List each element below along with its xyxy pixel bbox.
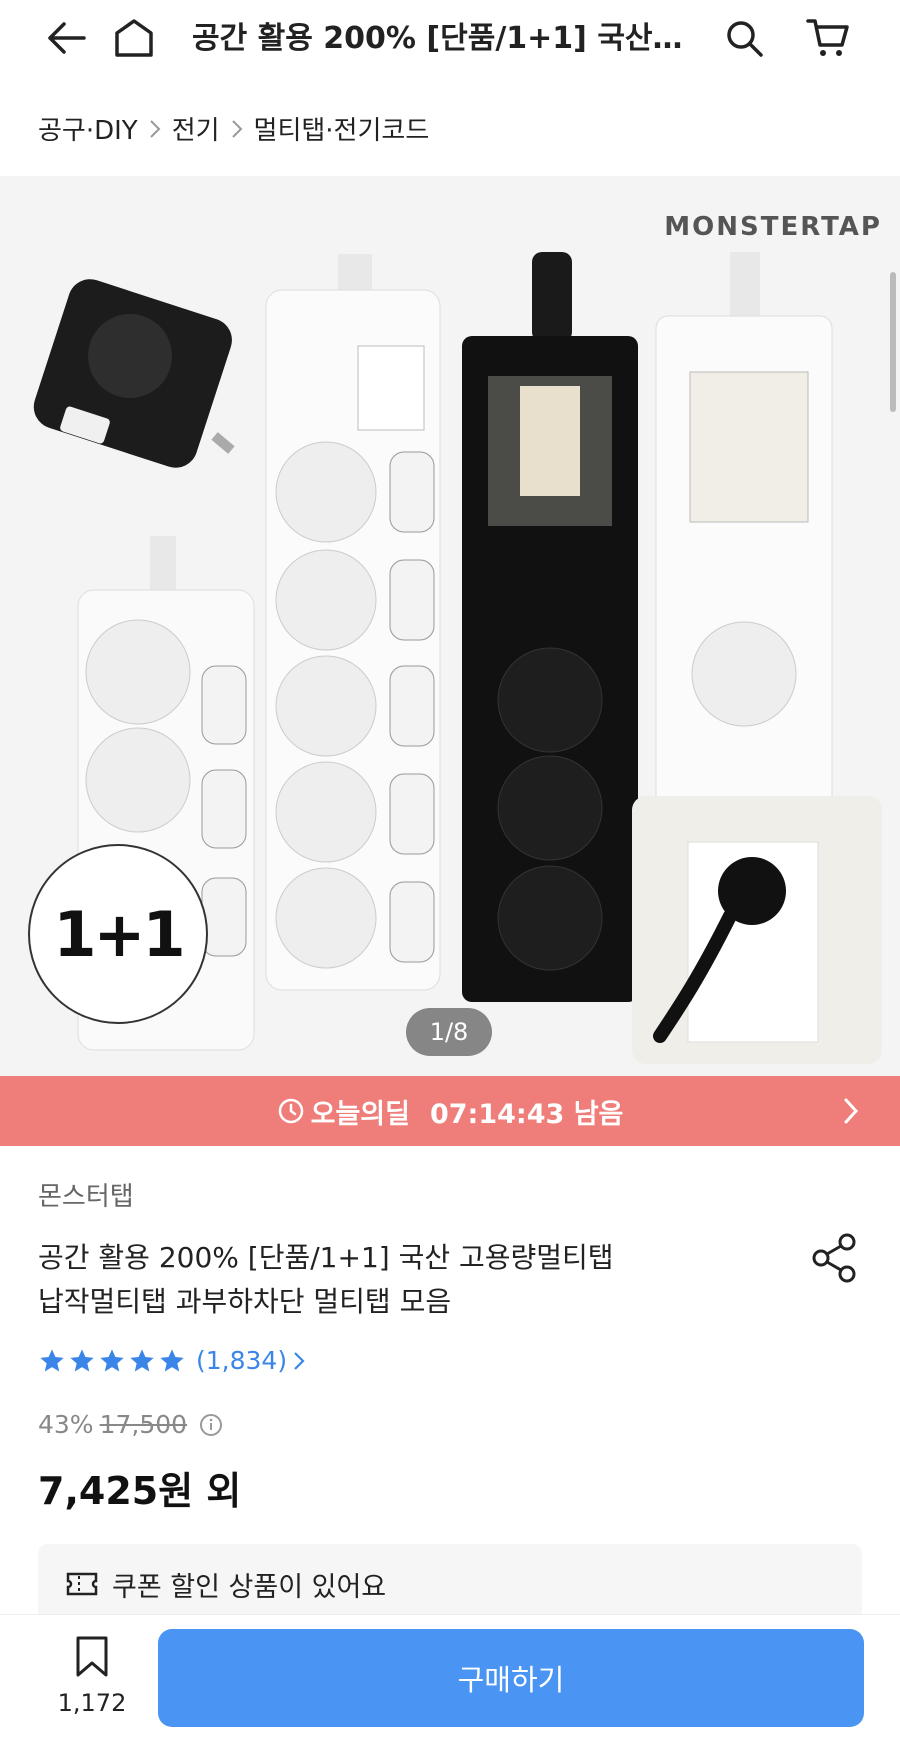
cart-icon[interactable] [804, 14, 852, 62]
price-discount-row: 43% 17,500 [38, 1410, 223, 1439]
coupon-text: 쿠폰 할인 상품이 있어요 [112, 1571, 387, 1603]
star-icon [130, 1348, 154, 1371]
review-count[interactable]: (1,834) [196, 1346, 287, 1375]
back-icon[interactable] [42, 14, 90, 62]
image-counter: 1/8 [406, 1008, 492, 1056]
product-title-line: 납작멀티탭 과부하차단 멀티탭 모음 [38, 1285, 452, 1318]
buy-button[interactable]: 구매하기 [158, 1629, 864, 1727]
today-deal-banner[interactable]: 오늘의딜 07:14:43 남음 [0, 1076, 900, 1146]
wishlist-count: 1,172 [57, 1689, 127, 1717]
info-icon[interactable] [199, 1413, 223, 1437]
bookmark-icon [76, 1636, 108, 1677]
search-icon[interactable] [720, 14, 768, 62]
coupon-banner[interactable]: 쿠폰 할인 상품이 있어요 [38, 1544, 862, 1624]
share-icon[interactable] [810, 1232, 860, 1288]
header-title: 공간 활용 200% [단품/1+1] 국산… [192, 21, 683, 56]
wishlist-button[interactable]: 1,172 [52, 1635, 132, 1717]
breadcrumb-item[interactable]: 전기 [172, 110, 220, 147]
scrollbar[interactable] [890, 272, 896, 412]
seller-name[interactable]: 몬스터탭 [38, 1176, 134, 1213]
deal-timer: 07:14:43 남음 [429, 1098, 624, 1130]
star-rating [38, 1347, 186, 1375]
discount-rate: 43% [38, 1410, 94, 1439]
sale-price: 7,425원 외 [38, 1469, 242, 1513]
star-icon [100, 1348, 124, 1371]
coupon-icon [66, 1571, 98, 1597]
one-plus-one-badge: 1+1 [28, 844, 208, 1024]
star-icon [40, 1348, 64, 1371]
clock-icon [277, 1097, 305, 1125]
product-title: 공간 활용 200% [단품/1+1] 국산 고용량멀티탭 납작멀티탭 과부하차… [38, 1236, 738, 1324]
product-title-line: 공간 활용 200% [단품/1+1] 국산 고용량멀티탭 [38, 1241, 614, 1274]
deal-label: 오늘의딜 [310, 1098, 410, 1130]
breadcrumb: 공구·DIY 전기 멀티탭·전기코드 [38, 110, 429, 147]
chevron-right-icon [148, 118, 162, 140]
home-icon[interactable] [110, 14, 158, 62]
star-icon [70, 1348, 94, 1371]
star-icon [160, 1348, 184, 1371]
breadcrumb-item[interactable]: 멀티탭·전기코드 [254, 110, 430, 147]
chevron-right-icon [842, 1096, 860, 1133]
chevron-right-icon [293, 1351, 305, 1371]
original-price: 17,500 [99, 1410, 188, 1439]
bottom-action-bar: 1,172 구매하기 [0, 1614, 900, 1752]
chevron-right-icon [230, 118, 244, 140]
breadcrumb-item[interactable]: 공구·DIY [38, 110, 138, 147]
top-header: 공간 활용 200% [단품/1+1] 국산… [0, 0, 900, 78]
rating-row[interactable]: (1,834) [38, 1346, 305, 1375]
